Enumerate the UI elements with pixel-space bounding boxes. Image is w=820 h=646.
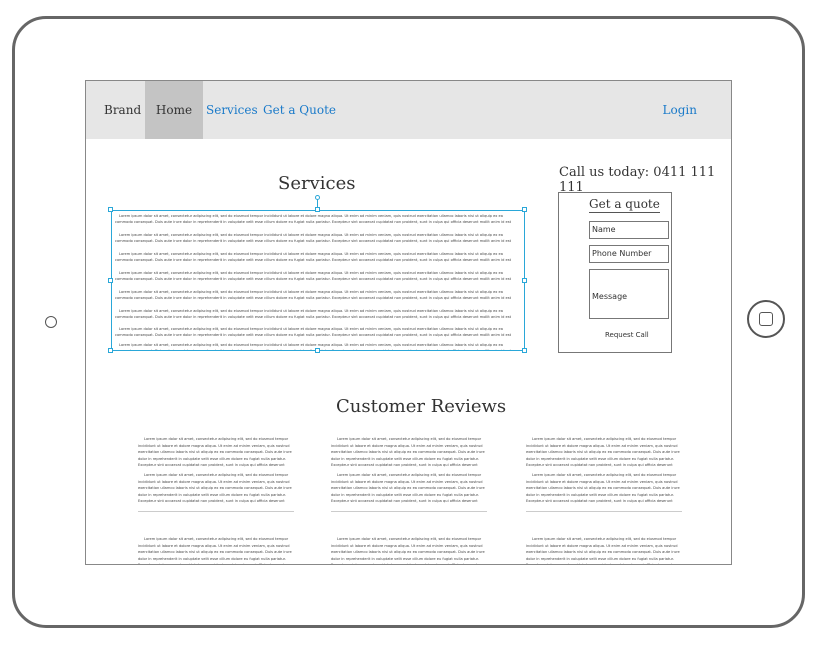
review-divider [526, 511, 682, 512]
camera-icon [45, 316, 57, 328]
nav-services[interactable]: Services [206, 81, 258, 139]
review-text: Lorem ipsum dolor sit amet, consectetur … [526, 437, 680, 467]
review-text: Lorem ipsum dolor sit amet, consectetur … [138, 537, 292, 565]
review-divider [331, 511, 487, 512]
request-call-button[interactable]: Request Call [605, 331, 649, 339]
nav-login[interactable]: Login [663, 81, 697, 139]
message-field[interactable]: Message [589, 269, 669, 319]
home-square-icon [759, 312, 773, 326]
resize-handle-br[interactable] [522, 348, 527, 353]
call-us-text: Call us today: 0411 111 111 [559, 165, 716, 195]
home-button[interactable] [747, 300, 785, 338]
resize-handle-tc[interactable] [315, 207, 320, 212]
rotate-handle[interactable] [315, 195, 320, 200]
resize-handle-mr[interactable] [522, 278, 527, 283]
quote-form: Get a quote Name Phone Number Message Re… [558, 192, 672, 353]
resize-handle-bc[interactable] [315, 348, 320, 353]
services-text-box[interactable]: Lorem ipsum dolor sit amet, consectetur … [111, 210, 525, 351]
services-paragraph: Lorem ipsum dolor sit amet, consectetur … [115, 271, 512, 281]
name-field[interactable]: Name [589, 221, 669, 239]
resize-handle-ml[interactable] [108, 278, 113, 283]
review-text: Lorem ipsum dolor sit amet, consectetur … [331, 537, 485, 565]
services-paragraph: Lorem ipsum dolor sit amet, consectetur … [115, 214, 512, 224]
resize-handle-tr[interactable] [522, 207, 527, 212]
review-divider [138, 511, 294, 512]
phone-field[interactable]: Phone Number [589, 245, 669, 263]
services-paragraph: Lorem ipsum dolor sit amet, consectetur … [115, 327, 512, 337]
resize-handle-tl[interactable] [108, 207, 113, 212]
services-heading: Services [278, 173, 356, 194]
services-paragraph: Lorem ipsum dolor sit amet, consectetur … [115, 290, 512, 300]
services-paragraph: Lorem ipsum dolor sit amet, consectetur … [115, 252, 512, 262]
reviews-heading: Customer Reviews [336, 396, 507, 417]
nav-get-a-quote[interactable]: Get a Quote [263, 81, 336, 139]
navbar: Brand Home Services Get a Quote Login [86, 81, 731, 139]
services-paragraph: Lorem ipsum dolor sit amet, consectetur … [115, 233, 512, 243]
screen: Brand Home Services Get a Quote Login Se… [85, 80, 732, 565]
review-text: Lorem ipsum dolor sit amet, consectetur … [526, 537, 680, 565]
review-text: Lorem ipsum dolor sit amet, consectetur … [331, 473, 485, 503]
review-text: Lorem ipsum dolor sit amet, consectetur … [138, 473, 292, 503]
quote-form-title: Get a quote [589, 197, 660, 213]
review-text: Lorem ipsum dolor sit amet, consectetur … [526, 473, 680, 503]
review-text: Lorem ipsum dolor sit amet, consectetur … [331, 437, 485, 467]
review-text: Lorem ipsum dolor sit amet, consectetur … [138, 437, 292, 467]
services-paragraph: Lorem ipsum dolor sit amet, consectetur … [115, 309, 512, 319]
resize-handle-bl[interactable] [108, 348, 113, 353]
nav-brand[interactable]: Brand [104, 81, 141, 139]
nav-home[interactable]: Home [145, 81, 203, 139]
